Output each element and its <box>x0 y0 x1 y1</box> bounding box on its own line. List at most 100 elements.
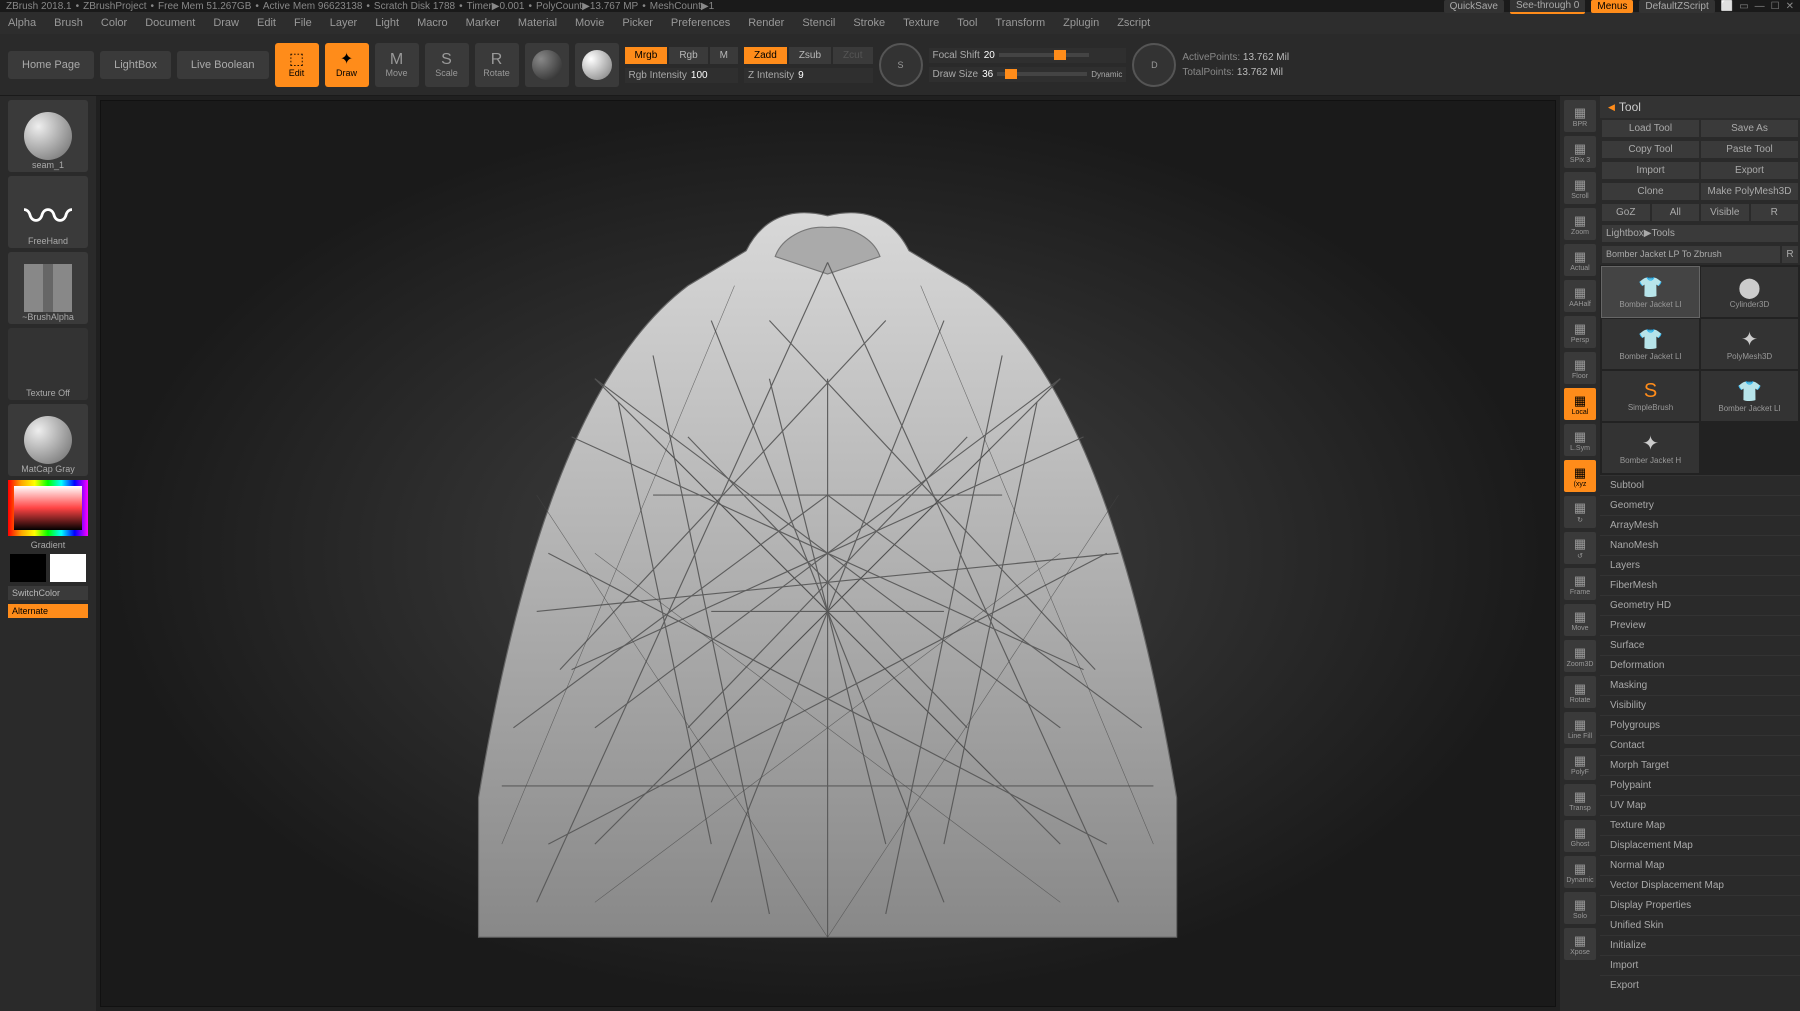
shelf-transp[interactable]: ▦Transp <box>1564 784 1596 816</box>
section-subtool[interactable]: Subtool <box>1600 475 1800 495</box>
draw-mode-button[interactable]: ✦Draw <box>325 43 369 87</box>
tool-panel-header[interactable]: Tool <box>1600 96 1800 118</box>
tool-item[interactable]: 👕Bomber Jacket LI <box>1602 319 1699 369</box>
shelf-ghost[interactable]: ▦Ghost <box>1564 820 1596 852</box>
goz-button[interactable]: GoZ <box>1602 204 1650 221</box>
shelf-aahalf[interactable]: ▦AAHalf <box>1564 280 1596 312</box>
menu-marker[interactable]: Marker <box>466 17 500 29</box>
edit-mode-button[interactable]: ⬚Edit <box>275 43 319 87</box>
mrgb-button[interactable]: Mrgb <box>625 47 668 64</box>
import-button[interactable]: Import <box>1602 162 1699 179</box>
section-polypaint[interactable]: Polypaint <box>1600 775 1800 795</box>
secondary-color-swatch[interactable] <box>50 554 86 582</box>
material-thumb[interactable]: MatCap Gray <box>8 404 88 476</box>
section-surface[interactable]: Surface <box>1600 635 1800 655</box>
section-unified-skin[interactable]: Unified Skin <box>1600 915 1800 935</box>
menu-stencil[interactable]: Stencil <box>802 17 835 29</box>
make-polymesh3d-button[interactable]: Make PolyMesh3D <box>1701 183 1798 200</box>
tool-item[interactable]: ✦Bomber Jacket H <box>1602 423 1699 473</box>
menu-zplugin[interactable]: Zplugin <box>1063 17 1099 29</box>
tool-item[interactable]: 👕Bomber Jacket LI <box>1602 267 1699 317</box>
shelf-xyz[interactable]: ▦(xyz <box>1564 460 1596 492</box>
section-import[interactable]: Import <box>1600 955 1800 975</box>
shelf-zoom3d[interactable]: ▦Zoom3D <box>1564 640 1596 672</box>
section-display-properties[interactable]: Display Properties <box>1600 895 1800 915</box>
menu-zscript[interactable]: Zscript <box>1117 17 1150 29</box>
menu-draw[interactable]: Draw <box>213 17 239 29</box>
section-contact[interactable]: Contact <box>1600 735 1800 755</box>
shelf-rotate[interactable]: ▦Rotate <box>1564 676 1596 708</box>
shelf-floor[interactable]: ▦Floor <box>1564 352 1596 384</box>
section-preview[interactable]: Preview <box>1600 615 1800 635</box>
defaultzscript-button[interactable]: DefaultZScript <box>1639 0 1714 13</box>
r-button[interactable]: R <box>1751 204 1799 221</box>
tool-item[interactable]: ✦PolyMesh3D <box>1701 319 1798 369</box>
section-displacement-map[interactable]: Displacement Map <box>1600 835 1800 855</box>
section-uv-map[interactable]: UV Map <box>1600 795 1800 815</box>
save-as-button[interactable]: Save As <box>1701 120 1798 137</box>
section-deformation[interactable]: Deformation <box>1600 655 1800 675</box>
section-arraymesh[interactable]: ArrayMesh <box>1600 515 1800 535</box>
move-mode-button[interactable]: MMove <box>375 43 419 87</box>
switchcolor-button[interactable]: SwitchColor <box>8 586 88 600</box>
menu-render[interactable]: Render <box>748 17 784 29</box>
stroke-thumb[interactable]: FreeHand <box>8 176 88 248</box>
copy-tool-button[interactable]: Copy Tool <box>1602 141 1699 158</box>
shelf-zoom[interactable]: ▦Zoom <box>1564 208 1596 240</box>
menu-edit[interactable]: Edit <box>257 17 276 29</box>
menu-brush[interactable]: Brush <box>54 17 83 29</box>
menu-color[interactable]: Color <box>101 17 127 29</box>
quicksave-button[interactable]: QuickSave <box>1444 0 1504 13</box>
material-sphere-icon[interactable] <box>575 43 619 87</box>
shelf-[interactable]: ▦↺ <box>1564 532 1596 564</box>
zadd-button[interactable]: Zadd <box>744 47 787 64</box>
d-circle-icon[interactable]: D <box>1132 43 1176 87</box>
minimize-icon[interactable]: — <box>1755 1 1765 12</box>
window-icon[interactable]: ⬜ <box>1721 1 1733 12</box>
z-intensity-slider[interactable]: Z Intensity9 <box>744 68 872 83</box>
alpha-thumb[interactable]: ~BrushAlpha <box>8 252 88 324</box>
section-visibility[interactable]: Visibility <box>1600 695 1800 715</box>
menu-document[interactable]: Document <box>145 17 195 29</box>
rgb-button[interactable]: Rgb <box>669 47 707 64</box>
brush-thumb[interactable]: seam_1 <box>8 100 88 172</box>
shelf-spix3[interactable]: ▦SPix 3 <box>1564 136 1596 168</box>
tool-item[interactable]: ⬤Cylinder3D <box>1701 267 1798 317</box>
menu-alpha[interactable]: Alpha <box>8 17 36 29</box>
focal-shift-slider[interactable]: Focal Shift20 <box>929 48 1127 63</box>
rotate-mode-button[interactable]: RRotate <box>475 43 519 87</box>
tool-item[interactable]: 👕Bomber Jacket LI <box>1701 371 1798 421</box>
scale-mode-button[interactable]: SScale <box>425 43 469 87</box>
menu-picker[interactable]: Picker <box>622 17 653 29</box>
shelf-scroll[interactable]: ▦Scroll <box>1564 172 1596 204</box>
menu-material[interactable]: Material <box>518 17 557 29</box>
section-initialize[interactable]: Initialize <box>1600 935 1800 955</box>
section-masking[interactable]: Masking <box>1600 675 1800 695</box>
rgb-intensity-slider[interactable]: Rgb Intensity100 <box>625 68 739 83</box>
shelf-dynamic[interactable]: ▦Dynamic <box>1564 856 1596 888</box>
canvas-viewport[interactable] <box>100 100 1556 1007</box>
r-button[interactable]: R <box>1782 246 1798 263</box>
shelf-persp[interactable]: ▦Persp <box>1564 316 1596 348</box>
zsub-button[interactable]: Zsub <box>789 47 831 64</box>
main-color-swatch[interactable] <box>10 554 46 582</box>
liveboolean-button[interactable]: Live Boolean <box>177 51 269 79</box>
home-button[interactable]: Home Page <box>8 51 94 79</box>
shelf-[interactable]: ▦↻ <box>1564 496 1596 528</box>
shelf-polyf[interactable]: ▦PolyF <box>1564 748 1596 780</box>
menus-button[interactable]: Menus <box>1591 0 1633 13</box>
lightbox-tools-button[interactable]: Lightbox▶Tools <box>1602 225 1798 242</box>
shelf-bpr[interactable]: ▦BPR <box>1564 100 1596 132</box>
section-geometry[interactable]: Geometry <box>1600 495 1800 515</box>
zcut-button[interactable]: Zcut <box>833 47 872 64</box>
menu-transform[interactable]: Transform <box>995 17 1045 29</box>
menu-movie[interactable]: Movie <box>575 17 604 29</box>
section-export[interactable]: Export <box>1600 975 1800 995</box>
texture-thumb[interactable]: Texture Off <box>8 328 88 400</box>
section-nanomesh[interactable]: NanoMesh <box>1600 535 1800 555</box>
color-picker[interactable] <box>8 480 88 536</box>
section-texture-map[interactable]: Texture Map <box>1600 815 1800 835</box>
clone-button[interactable]: Clone <box>1602 183 1699 200</box>
tool-item[interactable]: SSimpleBrush <box>1602 371 1699 421</box>
lightbox-button[interactable]: LightBox <box>100 51 171 79</box>
